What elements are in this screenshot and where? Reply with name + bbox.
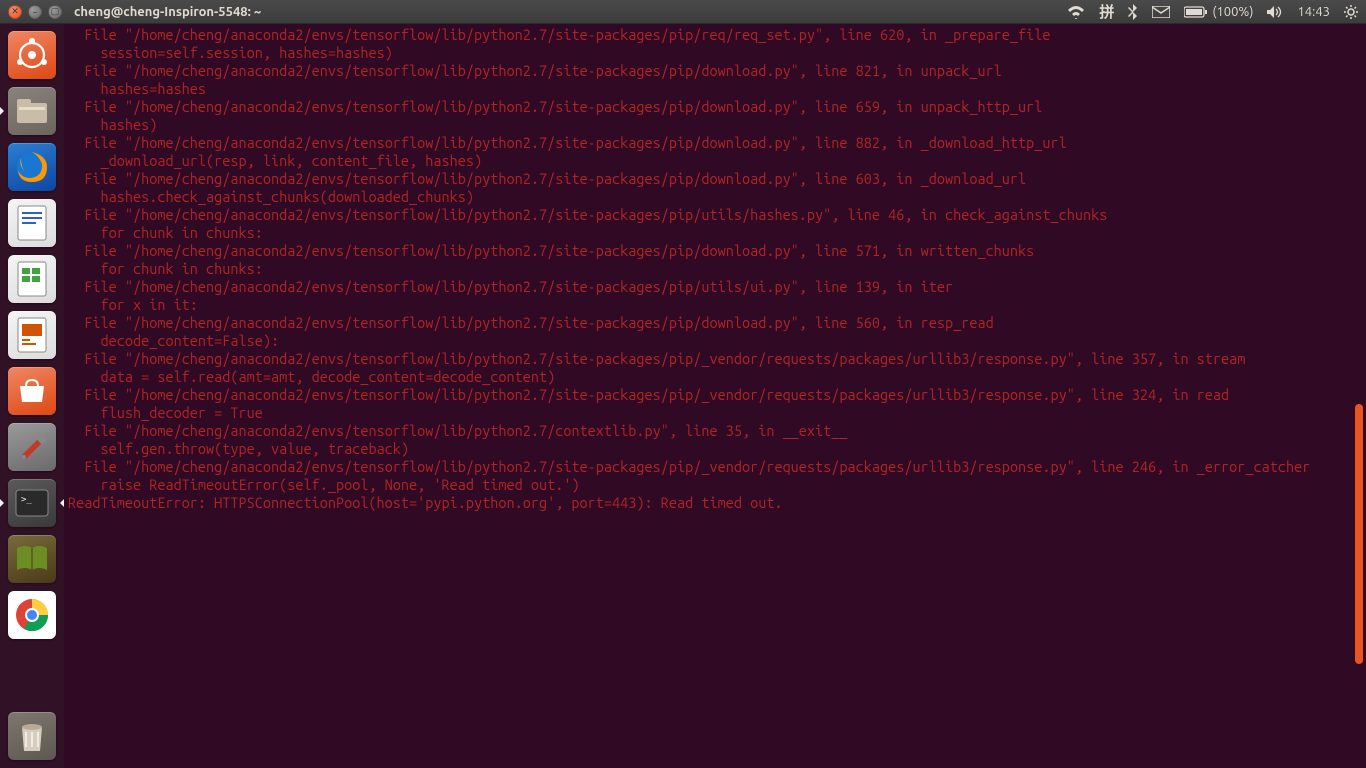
terminal-line: data = self.read(amt=amt, decode_content… bbox=[68, 368, 1362, 386]
launcher-writer[interactable] bbox=[6, 197, 58, 249]
launcher-dash[interactable] bbox=[6, 29, 58, 81]
terminal-line: self.gen.throw(type, value, traceback) bbox=[68, 440, 1362, 458]
terminal-line: File "/home/cheng/anaconda2/envs/tensorf… bbox=[68, 314, 1362, 332]
terminal-line: File "/home/cheng/anaconda2/envs/tensorf… bbox=[68, 278, 1362, 296]
terminal-line: _download_url(resp, link, content_file, … bbox=[68, 152, 1362, 170]
launcher-calc[interactable] bbox=[6, 253, 58, 305]
battery-text: (100%) bbox=[1212, 5, 1253, 19]
bluetooth-icon[interactable] bbox=[1128, 4, 1138, 20]
terminal-line: File "/home/cheng/anaconda2/envs/tensorf… bbox=[68, 386, 1362, 404]
wifi-icon[interactable] bbox=[1067, 5, 1085, 19]
terminal-line: for chunk in chunks: bbox=[68, 224, 1362, 242]
terminal-line: File "/home/cheng/anaconda2/envs/tensorf… bbox=[68, 422, 1362, 440]
launcher-settings[interactable] bbox=[6, 421, 58, 473]
scrollbar-thumb[interactable] bbox=[1355, 404, 1363, 664]
terminal-line: File "/home/cheng/anaconda2/envs/tensorf… bbox=[68, 170, 1362, 188]
terminal-line: session=self.session, hashes=hashes) bbox=[68, 44, 1362, 62]
terminal-line: File "/home/cheng/anaconda2/envs/tensorf… bbox=[68, 62, 1362, 80]
volume-icon[interactable] bbox=[1267, 5, 1283, 19]
terminal-line: for chunk in chunks: bbox=[68, 260, 1362, 278]
terminal-line: decode_content=False): bbox=[68, 332, 1362, 350]
terminal-line: File "/home/cheng/anaconda2/envs/tensorf… bbox=[68, 98, 1362, 116]
terminal-line: File "/home/cheng/anaconda2/envs/tensorf… bbox=[68, 458, 1362, 476]
terminal-line: hashes=hashes bbox=[68, 80, 1362, 98]
terminal-line: for x in it: bbox=[68, 296, 1362, 314]
launcher-software[interactable] bbox=[6, 365, 58, 417]
launcher-files[interactable] bbox=[6, 85, 58, 137]
svg-text:>_: >_ bbox=[21, 495, 32, 505]
minimize-button[interactable]: − bbox=[28, 5, 42, 19]
terminal-line: raise ReadTimeoutError(self._pool, None,… bbox=[68, 476, 1362, 494]
terminal-scrollbar[interactable] bbox=[1355, 24, 1363, 768]
mail-icon[interactable] bbox=[1152, 6, 1170, 18]
terminal-output: File "/home/cheng/anaconda2/envs/tensorf… bbox=[68, 26, 1362, 512]
launcher-chrome[interactable] bbox=[6, 589, 58, 641]
terminal-line: File "/home/cheng/anaconda2/envs/tensorf… bbox=[68, 26, 1362, 44]
terminal-line: flush_decoder = True bbox=[68, 404, 1362, 422]
top-panel: ✕ − ▢ cheng@cheng-Inspiron-5548: ~ 拼 (10… bbox=[0, 0, 1366, 24]
terminal-line: ReadTimeoutError: HTTPSConnectionPool(ho… bbox=[68, 494, 1362, 512]
launcher-terminal[interactable]: >_ bbox=[6, 477, 58, 529]
clock[interactable]: 14:43 bbox=[1297, 5, 1330, 19]
battery-indicator[interactable]: (100%) bbox=[1184, 5, 1253, 19]
window-title: cheng@cheng-Inspiron-5548: ~ bbox=[74, 5, 261, 19]
gear-icon[interactable] bbox=[1344, 5, 1358, 19]
launcher-trash[interactable] bbox=[6, 710, 58, 762]
terminal-line: File "/home/cheng/anaconda2/envs/tensorf… bbox=[68, 350, 1362, 368]
window-controls: ✕ − ▢ bbox=[8, 5, 62, 19]
terminal-line: hashes) bbox=[68, 116, 1362, 134]
launcher-firefox[interactable] bbox=[6, 141, 58, 193]
close-button[interactable]: ✕ bbox=[8, 5, 22, 19]
launcher-book[interactable] bbox=[6, 533, 58, 585]
ime-indicator[interactable]: 拼 bbox=[1099, 1, 1114, 22]
terminal-line: File "/home/cheng/anaconda2/envs/tensorf… bbox=[68, 242, 1362, 260]
system-tray: 拼 (100%) 14:43 bbox=[1067, 1, 1358, 22]
terminal-line: File "/home/cheng/anaconda2/envs/tensorf… bbox=[68, 206, 1362, 224]
terminal-line: hashes.check_against_chunks(downloaded_c… bbox=[68, 188, 1362, 206]
launcher-impress[interactable] bbox=[6, 309, 58, 361]
maximize-button[interactable]: ▢ bbox=[48, 5, 62, 19]
terminal-line: File "/home/cheng/anaconda2/envs/tensorf… bbox=[68, 134, 1362, 152]
unity-launcher: >_ bbox=[0, 24, 64, 768]
terminal-window[interactable]: File "/home/cheng/anaconda2/envs/tensorf… bbox=[64, 24, 1366, 768]
